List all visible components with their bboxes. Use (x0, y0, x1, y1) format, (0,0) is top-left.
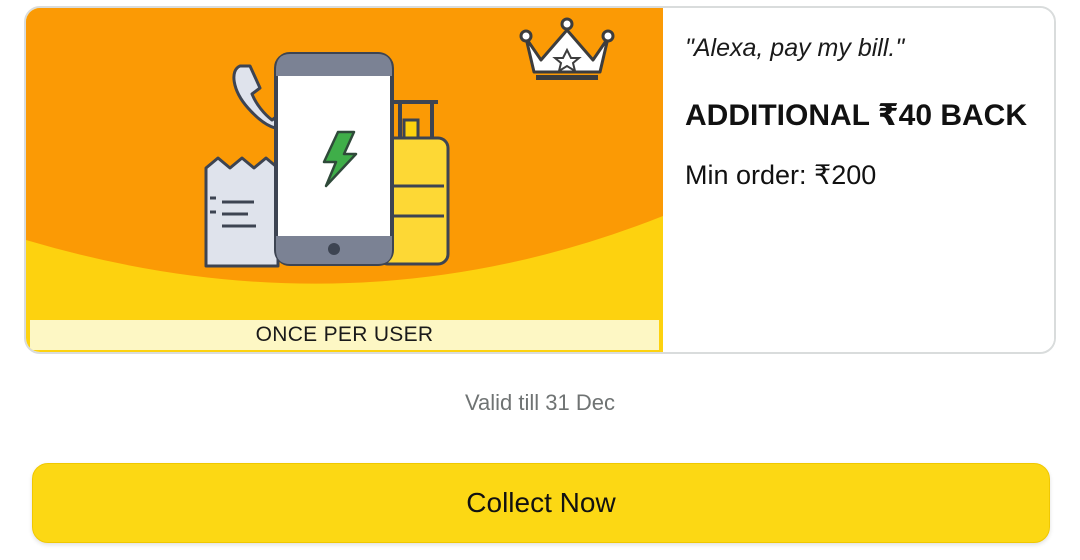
offer-headline: ADDITIONAL ₹40 BACK (685, 99, 1028, 132)
collect-now-button[interactable]: Collect Now (32, 463, 1050, 543)
offer-banner: ONCE PER USER (26, 8, 663, 352)
receipt-icon (204, 156, 280, 268)
offer-details: "Alexa, pay my bill." ADDITIONAL ₹40 BAC… (663, 8, 1054, 352)
offer-quote: "Alexa, pay my bill." (685, 34, 905, 62)
offer-page: ONCE PER USER "Alexa, pay my bill." ADDI… (0, 0, 1080, 560)
validity-text: Valid till 31 Dec (465, 390, 615, 415)
offer-card[interactable]: ONCE PER USER "Alexa, pay my bill." ADDI… (24, 6, 1056, 354)
once-per-user-badge: ONCE PER USER (30, 320, 659, 350)
min-order-text: Min order: ₹200 (685, 160, 877, 190)
